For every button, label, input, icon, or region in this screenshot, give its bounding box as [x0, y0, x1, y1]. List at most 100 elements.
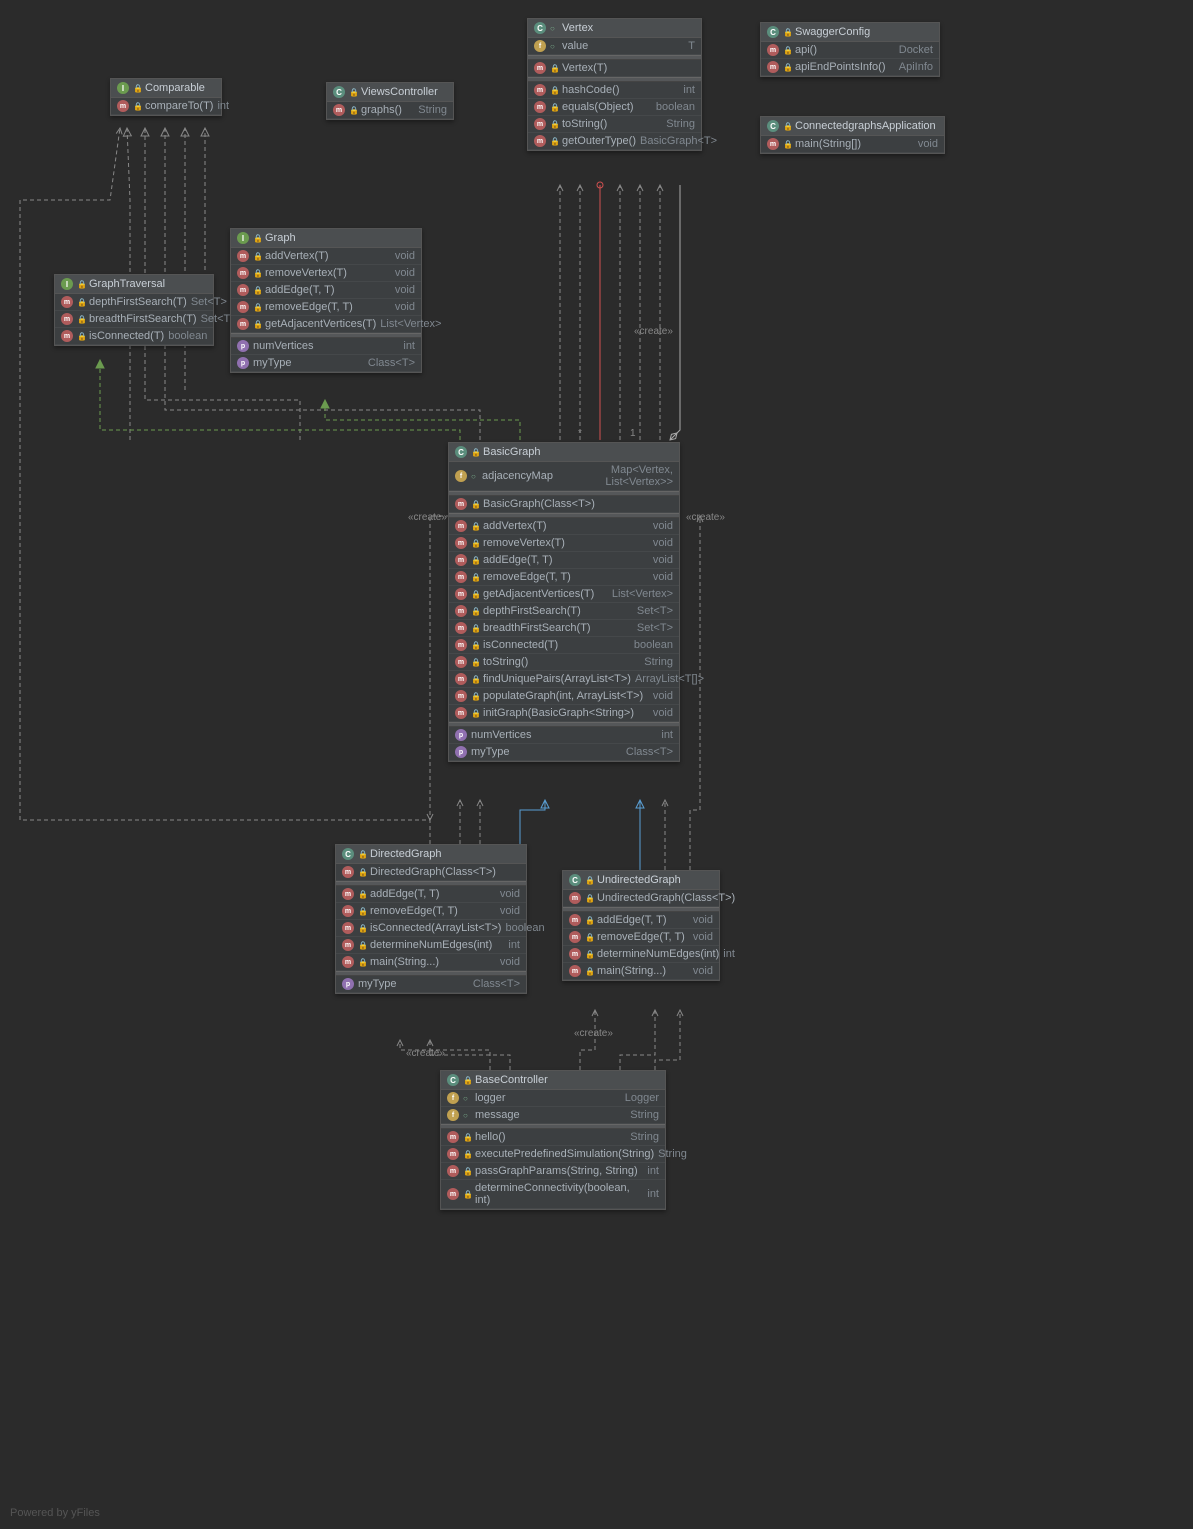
method-icon [455, 554, 467, 566]
member-row: toString()String [449, 654, 679, 671]
class-basicgraph[interactable]: BasicGraph adjacencyMap Map<Vertex, List… [448, 442, 680, 762]
member-type: ApiInfo [899, 61, 933, 73]
class-basecontroller[interactable]: BaseController loggerLoggermessageString… [440, 1070, 666, 1210]
method-icon [455, 690, 467, 702]
method-icon [237, 301, 249, 313]
method-icon [767, 44, 779, 56]
member-name: numVertices [471, 729, 657, 741]
method-icon [447, 1131, 459, 1143]
method-icon [342, 939, 354, 951]
member-row: removeVertex(T)void [231, 265, 421, 282]
multiplicity-one: 1 [630, 428, 636, 439]
interface-icon [117, 82, 129, 94]
class-viewscontroller[interactable]: ViewsController graphs() String [326, 82, 454, 120]
class-header: BaseController [441, 1071, 665, 1090]
member-type: void [693, 965, 713, 977]
member-type: void [395, 301, 415, 313]
lock-icon [585, 876, 593, 884]
class-graphtraversal[interactable]: GraphTraversal depthFirstSearch(T)Set<T>… [54, 274, 214, 346]
member-name: passGraphParams(String, String) [475, 1165, 643, 1177]
member-row: hashCode()int [528, 82, 701, 99]
lock-icon [358, 941, 366, 949]
member-type: List<Vertex> [612, 588, 673, 600]
lock-icon [783, 28, 791, 36]
lock-icon [783, 63, 791, 71]
member-row: breadthFirstSearch(T)Set<T> [449, 620, 679, 637]
lock-icon [471, 675, 479, 683]
member-row: addEdge(T, T)void [336, 886, 526, 903]
member-type: String [630, 1109, 659, 1121]
member-name: addEdge(T, T) [597, 914, 689, 926]
lock-icon [253, 286, 261, 294]
method-icon [342, 866, 354, 878]
lock-icon [463, 1167, 471, 1175]
class-vertex[interactable]: Vertex value T Vertex(T) hashCode()inteq… [527, 18, 702, 151]
lock-icon [358, 958, 366, 966]
lock-icon [77, 332, 85, 340]
member-row: executePredefinedSimulation(String)Strin… [441, 1146, 665, 1163]
class-swaggerconfig[interactable]: SwaggerConfig api()DocketapiEndPointsInf… [760, 22, 940, 77]
lock-icon [358, 850, 366, 858]
field-row: value T [528, 38, 701, 55]
member-row: addEdge(T, T)void [449, 552, 679, 569]
lock-icon [550, 86, 558, 94]
prop-row: myType Class<T> [336, 976, 526, 993]
member-type: Set<T> [637, 622, 673, 634]
member-row: graphs() String [327, 102, 453, 119]
member-name: removeEdge(T, T) [483, 571, 649, 583]
member-name: numVertices [253, 340, 399, 352]
class-connectedgraphs[interactable]: ConnectedgraphsApplication main(String[]… [760, 116, 945, 154]
member-type: void [653, 571, 673, 583]
class-header: Graph [231, 229, 421, 248]
member-row: main(String...)void [336, 954, 526, 971]
member-name: addEdge(T, T) [483, 554, 649, 566]
class-icon [767, 26, 779, 38]
open-lock-icon [471, 472, 478, 480]
member-type: void [693, 914, 713, 926]
lock-icon [585, 933, 593, 941]
lock-icon [550, 64, 558, 72]
member-row: compareTo(T) int [111, 98, 221, 115]
ctor-row: UndirectedGraph(Class<T>) [563, 890, 719, 907]
member-type: boolean [505, 922, 544, 934]
member-row: determineNumEdges(int)int [336, 937, 526, 954]
class-icon [767, 120, 779, 132]
member-type: Logger [625, 1092, 659, 1104]
lock-icon [358, 890, 366, 898]
class-name: UndirectedGraph [597, 874, 681, 886]
member-name: determineConnectivity(boolean, int) [475, 1182, 643, 1206]
class-name: GraphTraversal [89, 278, 165, 290]
member-row: api()Docket [761, 42, 939, 59]
member-type: int [403, 340, 415, 352]
member-type: Class<T> [368, 357, 415, 369]
class-name: BaseController [475, 1074, 548, 1086]
member-type: boolean [168, 330, 207, 342]
member-name: getAdjacentVertices(T) [483, 588, 608, 600]
member-name: addVertex(T) [483, 520, 649, 532]
member-row: hello()String [441, 1129, 665, 1146]
method-icon [117, 100, 129, 112]
class-graph[interactable]: Graph addVertex(T)voidremoveVertex(T)voi… [230, 228, 422, 373]
member-type: BasicGraph<T> [640, 135, 717, 147]
member-row: toString()String [528, 116, 701, 133]
lock-icon [585, 950, 593, 958]
lock-icon [349, 88, 357, 96]
field-icon [447, 1092, 459, 1104]
lock-icon [471, 624, 479, 632]
member-row: removeEdge(T, T)void [563, 929, 719, 946]
class-undirectedgraph[interactable]: UndirectedGraph UndirectedGraph(Class<T>… [562, 870, 720, 981]
class-header: BasicGraph [449, 443, 679, 462]
lock-icon [471, 658, 479, 666]
class-comparable[interactable]: Comparable compareTo(T) int [110, 78, 222, 116]
class-header: UndirectedGraph [563, 871, 719, 890]
class-name: DirectedGraph [370, 848, 442, 860]
member-row: myTypeClass<T> [231, 355, 421, 372]
lock-icon [358, 924, 366, 932]
member-name: initGraph(BasicGraph<String>) [483, 707, 649, 719]
member-type: void [500, 888, 520, 900]
member-type: void [653, 537, 673, 549]
class-icon [447, 1074, 459, 1086]
class-name: Comparable [145, 82, 205, 94]
class-directedgraph[interactable]: DirectedGraph DirectedGraph(Class<T>) ad… [335, 844, 527, 994]
lock-icon [253, 234, 261, 242]
